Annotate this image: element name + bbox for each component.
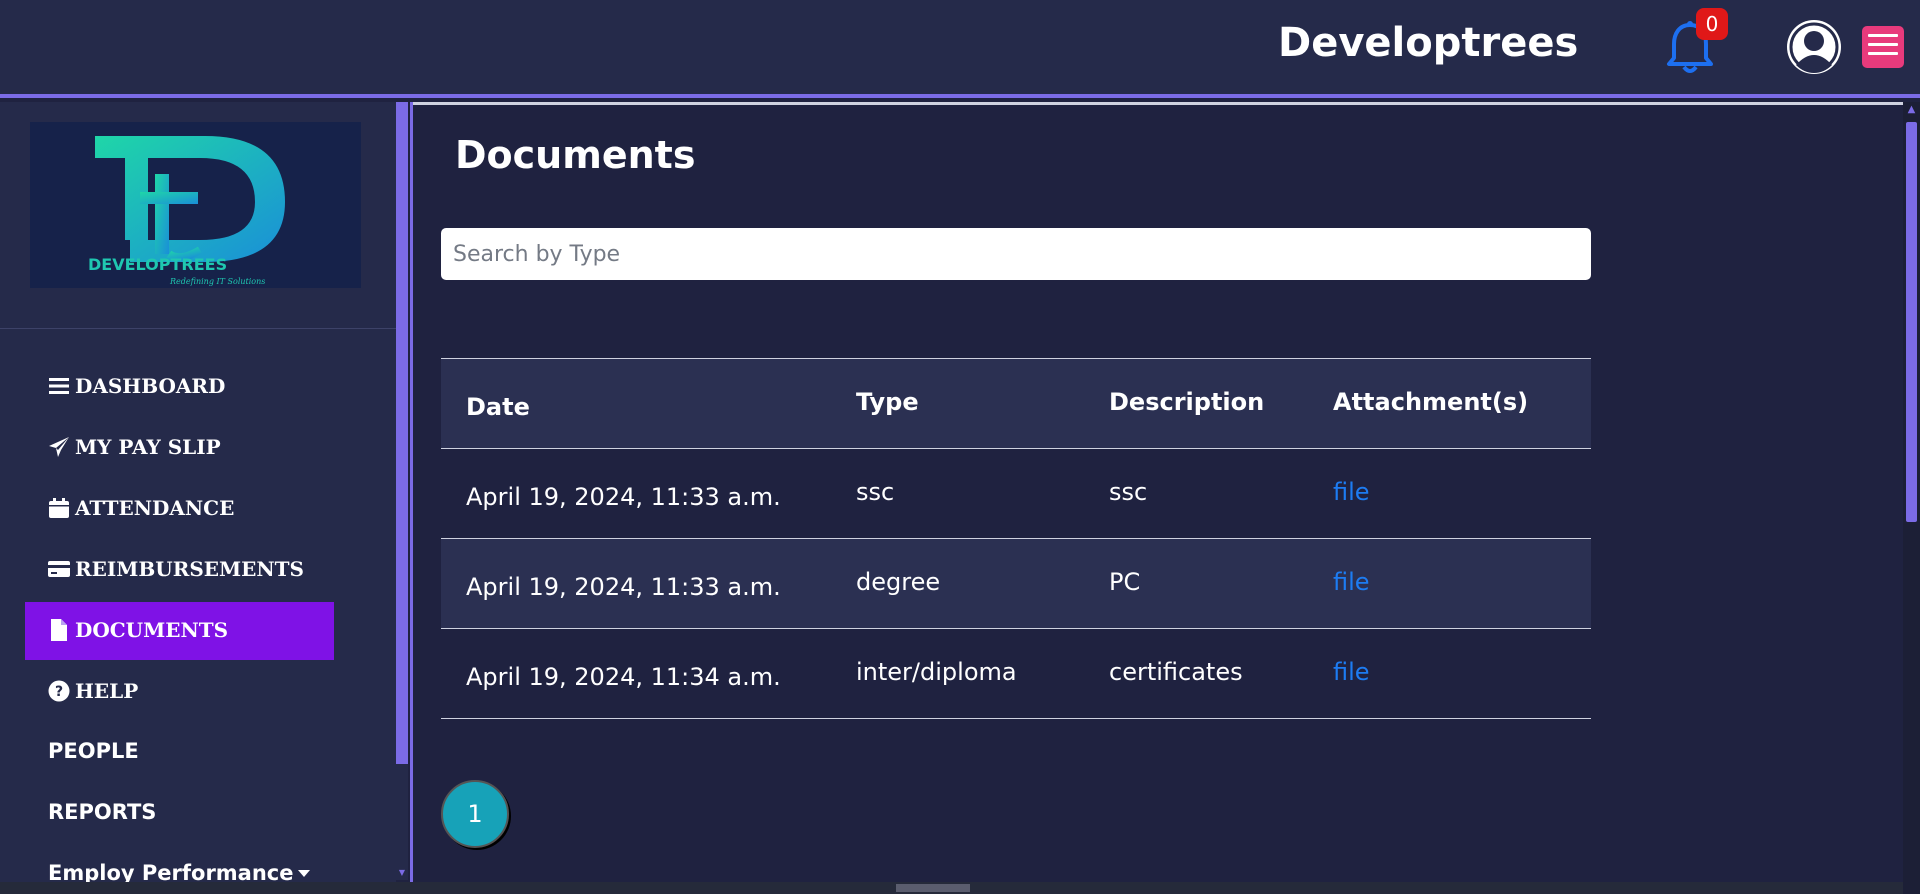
scroll-down-arrow-icon[interactable]: ▼ <box>396 868 408 880</box>
nav-item-attendance[interactable]: ATTENDANCE <box>48 496 234 520</box>
hamburger-line <box>1868 43 1898 46</box>
company-logo: DEVELOPTREES Redefining IT Solutions <box>30 122 361 288</box>
page-scrollbar[interactable]: ▲ <box>1903 102 1920 894</box>
file-icon <box>51 619 67 641</box>
column-header-type: Type <box>856 388 919 416</box>
user-avatar-icon[interactable] <box>1786 19 1842 75</box>
nav-item-label: DASHBOARD <box>75 374 226 398</box>
cell-date: April 19, 2024, 11:33 a.m. <box>466 573 781 601</box>
cell-type: ssc <box>856 478 895 506</box>
nav-item-reports[interactable]: REPORTS <box>48 800 156 824</box>
nav-item-reimbursements[interactable]: REIMBURSEMENTS <box>48 557 304 581</box>
cell-type: inter/diploma <box>856 658 1017 686</box>
hamburger-line <box>1868 34 1898 37</box>
scroll-up-arrow-icon[interactable]: ▲ <box>1903 104 1920 115</box>
calendar-icon <box>49 498 69 518</box>
search-input[interactable] <box>441 228 1591 280</box>
nav-item-label: ATTENDANCE <box>75 496 235 520</box>
sidebar-scrollbar[interactable]: ▼ <box>396 102 408 880</box>
sidebar: DEVELOPTREES Redefining IT Solutions DAS… <box>0 102 396 894</box>
table-row: April 19, 2024, 11:33 a.m. ssc ssc file <box>441 449 1591 539</box>
logo-text: DEVELOPTREES <box>88 255 227 274</box>
column-header-attachments: Attachment(s) <box>1333 388 1529 416</box>
horizontal-scrollbar[interactable] <box>0 882 1903 894</box>
column-header-date: Date <box>466 393 530 421</box>
cell-description: ssc <box>1109 478 1148 506</box>
nav-item-label: PEOPLE <box>48 739 139 763</box>
cell-description: certificates <box>1109 658 1243 686</box>
cell-date: April 19, 2024, 11:33 a.m. <box>466 483 781 511</box>
cell-date: April 19, 2024, 11:34 a.m. <box>466 663 781 691</box>
logo-tagline: Redefining IT Solutions <box>169 277 265 286</box>
nav-item-dashboard[interactable]: DASHBOARD <box>48 374 225 398</box>
nav-item-help[interactable]: ? HELP <box>48 679 138 703</box>
logo-mark-icon: DEVELOPTREES Redefining IT Solutions <box>88 136 285 286</box>
bars-icon <box>49 378 69 394</box>
documents-table: Date Type Description Attachment(s) Apri… <box>441 358 1591 719</box>
horizontal-scrollbar-thumb[interactable] <box>896 884 970 892</box>
credit-card-icon <box>48 561 70 577</box>
cell-type: degree <box>856 568 941 596</box>
question-circle-icon: ? <box>48 680 70 702</box>
hamburger-menu-button[interactable] <box>1862 26 1904 68</box>
nav-item-label: DOCUMENTS <box>75 618 229 642</box>
notification-count-badge: 0 <box>1696 8 1728 40</box>
nav-item-my-pay-slip[interactable]: MY PAY SLIP <box>48 435 221 459</box>
table-header-row: Date Type Description Attachment(s) <box>441 359 1591 449</box>
page-title: Documents <box>455 133 696 177</box>
table-row: April 19, 2024, 11:34 a.m. inter/diploma… <box>441 629 1591 719</box>
nav-item-label: REIMBURSEMENTS <box>75 557 305 581</box>
nav-item-documents[interactable]: DOCUMENTS <box>48 618 228 642</box>
file-link[interactable]: file <box>1333 539 1370 629</box>
top-navbar: Developtrees 0 <box>0 0 1920 98</box>
nav-item-label: REPORTS <box>48 800 157 824</box>
paper-plane-icon <box>49 437 69 457</box>
nav-item-people[interactable]: PEOPLE <box>48 739 139 763</box>
cell-description: PC <box>1109 568 1141 596</box>
svg-text:?: ? <box>55 684 63 700</box>
file-link[interactable]: file <box>1333 449 1370 539</box>
table-row: April 19, 2024, 11:33 a.m. degree PC fil… <box>441 539 1591 629</box>
file-link[interactable]: file <box>1333 629 1370 719</box>
sidebar-scrollbar-thumb[interactable] <box>396 102 408 764</box>
main-content: Documents Date Type Description Attachme… <box>413 105 1903 885</box>
pagination-page-button[interactable]: 1 <box>441 780 509 848</box>
column-header-description: Description <box>1109 388 1265 416</box>
sidebar-divider <box>0 328 396 329</box>
page-scrollbar-thumb[interactable] <box>1906 122 1917 522</box>
nav-item-label: MY PAY SLIP <box>75 435 221 459</box>
brand-title: Developtrees <box>1278 20 1579 66</box>
nav-item-label: HELP <box>75 679 139 703</box>
hamburger-line <box>1868 52 1898 55</box>
caret-down-icon <box>297 870 310 877</box>
